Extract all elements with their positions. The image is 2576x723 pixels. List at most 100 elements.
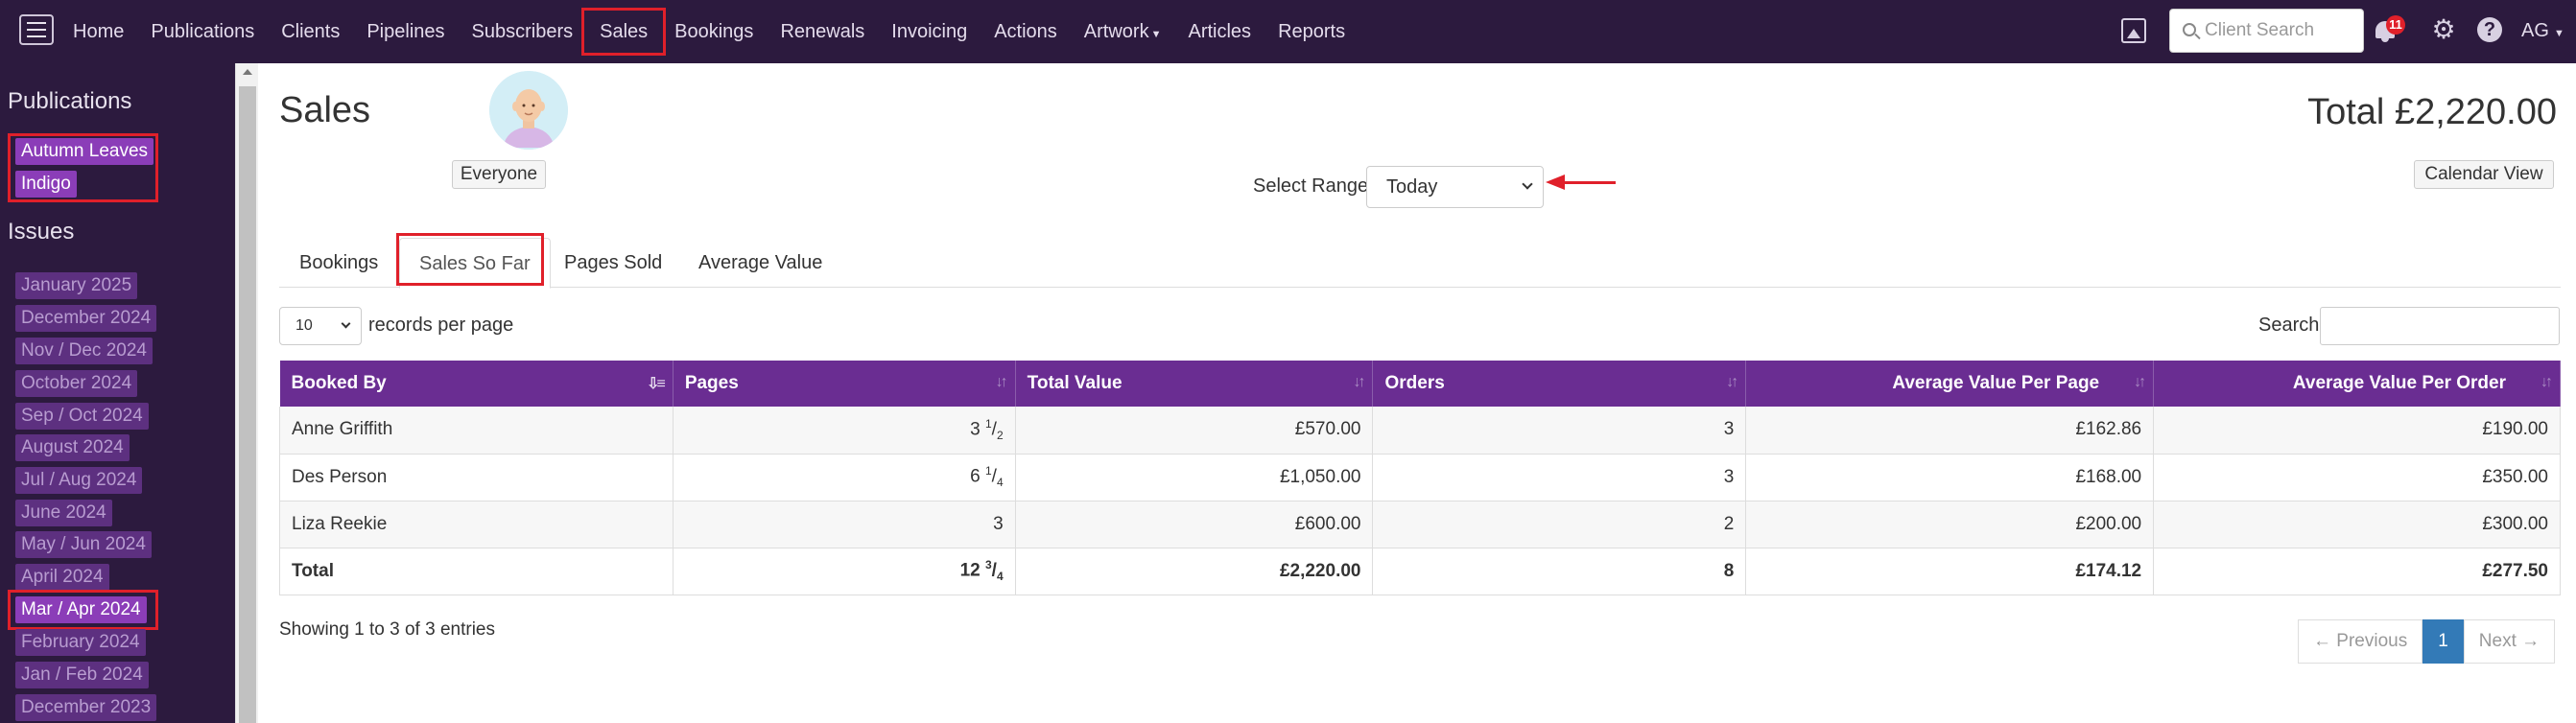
sort-icon: ↓↑ (1726, 374, 1738, 390)
client-search-input[interactable]: Client Search (2169, 9, 2364, 53)
table-row: Anne Griffith 3 1/2 £570.00 3 £162.86 £1… (279, 407, 2561, 455)
sidebar-issue[interactable]: Jan / Feb 2024 (15, 662, 149, 688)
nav-publications[interactable]: Publications (137, 12, 268, 51)
cell-avg-order: £350.00 (2153, 454, 2561, 501)
user-menu[interactable]: AG ▼ (2521, 17, 2564, 47)
column-header-total-value[interactable]: Total Value ↓↑ (1015, 361, 1374, 407)
red-arrow-icon (1546, 175, 1565, 190)
column-header-pages[interactable]: Pages ↓↑ (673, 361, 1016, 407)
nav-artwork[interactable]: Artwork ▼ (1071, 12, 1175, 51)
nav-actions[interactable]: Actions (981, 12, 1071, 51)
pages-whole: 3 (970, 419, 981, 440)
tab-bookings[interactable]: Bookings (299, 247, 378, 278)
tab-bar: Bookings Sales So Far Pages Sold Average… (279, 238, 2561, 289)
search-icon (2183, 23, 2196, 36)
sidebar-issue[interactable]: Jul / Aug 2024 (15, 467, 143, 494)
cell-booked-by: Anne Griffith (279, 407, 674, 455)
cell-total-value: £600.00 (1015, 501, 1374, 548)
nav-reports[interactable]: Reports (1264, 12, 1359, 51)
pagination: ← Previous 1 Next → (2298, 619, 2556, 664)
column-label: Orders (1384, 373, 1445, 393)
cell-total-value: £1,050.00 (1015, 454, 1374, 501)
sort-icon: ↓↑ (2541, 374, 2553, 390)
sidebar-issue[interactable]: October 2024 (15, 370, 138, 397)
sidebar-issue[interactable]: December 2023 (15, 694, 157, 721)
range-select[interactable]: Today (1366, 166, 1544, 208)
total-sales-heading: Total £2,220.00 (2307, 92, 2557, 132)
everyone-button[interactable]: Everyone (452, 160, 546, 189)
red-arrow-line (1564, 181, 1616, 184)
scrollbar-thumb[interactable] (239, 86, 256, 723)
calendar-view-button[interactable]: Calendar View (2414, 160, 2554, 189)
sidebar-issue[interactable]: Nov / Dec 2024 (15, 338, 153, 364)
highlight-box-tab (396, 233, 544, 286)
sort-icon: ↓↑ (2134, 374, 2146, 390)
pages-denominator: 4 (996, 570, 1004, 584)
cell-pages: 3 (673, 501, 1016, 548)
nav-subscribers[interactable]: Subscribers (459, 12, 587, 51)
table-total-row: Total 12 3/4 £2,220.00 8 £174.12 £277.50 (279, 548, 2561, 595)
page-button-current[interactable]: 1 (2422, 619, 2464, 664)
help-icon[interactable]: ? (2477, 17, 2502, 42)
sort-asc-icon: ⇩≡ (647, 376, 666, 392)
publications-heading: Publications (8, 88, 132, 114)
nav-sales[interactable]: Sales (581, 8, 667, 56)
sidebar-issue[interactable]: June 2024 (15, 500, 112, 526)
caret-down-icon: ▼ (1150, 29, 1162, 40)
cell-pages: 6 1/4 (673, 454, 1016, 501)
sidebar-issue[interactable]: January 2025 (15, 272, 138, 299)
column-label: Booked By (291, 373, 387, 393)
tab-average-value[interactable]: Average Value (698, 247, 822, 278)
column-header-booked-by[interactable]: Booked By ⇩≡ (279, 361, 674, 407)
pages-whole: 12 (959, 560, 981, 581)
sidebar-issue[interactable]: April 2024 (15, 564, 109, 591)
tab-pages-sold[interactable]: Pages Sold (564, 247, 662, 278)
chevron-down-icon (1522, 178, 1533, 190)
nav-renewals[interactable]: Renewals (767, 12, 878, 51)
pages-denominator: 2 (996, 429, 1004, 443)
pages-denominator: 4 (996, 476, 1004, 490)
sidebar-issue[interactable]: December 2024 (15, 305, 157, 332)
records-per-page-label: records per page (368, 315, 514, 336)
column-label: Average Value Per Page (1892, 373, 2100, 393)
table-row: Des Person 6 1/4 £1,050.00 3 £168.00 £35… (279, 454, 2561, 501)
sidebar-issue[interactable]: August 2024 (15, 434, 130, 461)
table-search-input[interactable] (2320, 307, 2560, 345)
pages-numerator: 1 (984, 417, 992, 431)
sidebar-issue[interactable]: May / Jun 2024 (15, 531, 152, 558)
page-title: Sales (279, 90, 371, 130)
nav-bookings[interactable]: Bookings (661, 12, 767, 51)
nav-articles[interactable]: Articles (1174, 12, 1264, 51)
sidebar-scrollbar[interactable] (235, 63, 258, 723)
nav-invoicing[interactable]: Invoicing (878, 12, 981, 51)
next-page-button[interactable]: Next → (2463, 619, 2556, 664)
column-label: Total Value (1027, 373, 1123, 393)
nav-home[interactable]: Home (59, 12, 137, 51)
table-info: Showing 1 to 3 of 3 entries (279, 619, 495, 640)
cell-orders: 3 (1372, 407, 1747, 455)
gear-icon[interactable]: ⚙ (2431, 16, 2456, 43)
previous-page-button[interactable]: ← Previous (2298, 619, 2423, 664)
avatar[interactable] (489, 71, 568, 150)
nav-clients[interactable]: Clients (268, 12, 353, 51)
column-header-avg-per-order[interactable]: Average Value Per Order ↓↑ (2153, 361, 2561, 407)
avatar-person-icon (489, 71, 568, 150)
scroll-up-icon[interactable] (243, 69, 252, 75)
hamburger-menu-icon[interactable] (19, 14, 54, 45)
records-per-page-select[interactable]: 10 (279, 307, 362, 345)
pages-whole: 6 (970, 466, 981, 487)
nav-pipelines[interactable]: Pipelines (353, 12, 458, 51)
column-header-avg-per-page[interactable]: Average Value Per Page ↓↑ (1745, 361, 2155, 407)
sidebar-issue[interactable]: February 2024 (15, 629, 146, 656)
pages-whole: 3 (993, 513, 1004, 534)
highlight-box-publications (8, 133, 158, 202)
cell-avg-page: £200.00 (1745, 501, 2155, 548)
sidebar-issue[interactable]: Sep / Oct 2024 (15, 403, 149, 430)
column-header-orders[interactable]: Orders ↓↑ (1372, 361, 1747, 407)
records-per-page-value: 10 (295, 317, 313, 334)
select-range-label: Select Range (1253, 175, 1369, 197)
cell-avg-page: £162.86 (1745, 407, 2155, 455)
nav-menu: Home Publications Clients Pipelines Subs… (59, 0, 1359, 63)
image-icon[interactable] (2121, 18, 2146, 43)
cell-total-value: £570.00 (1015, 407, 1374, 455)
